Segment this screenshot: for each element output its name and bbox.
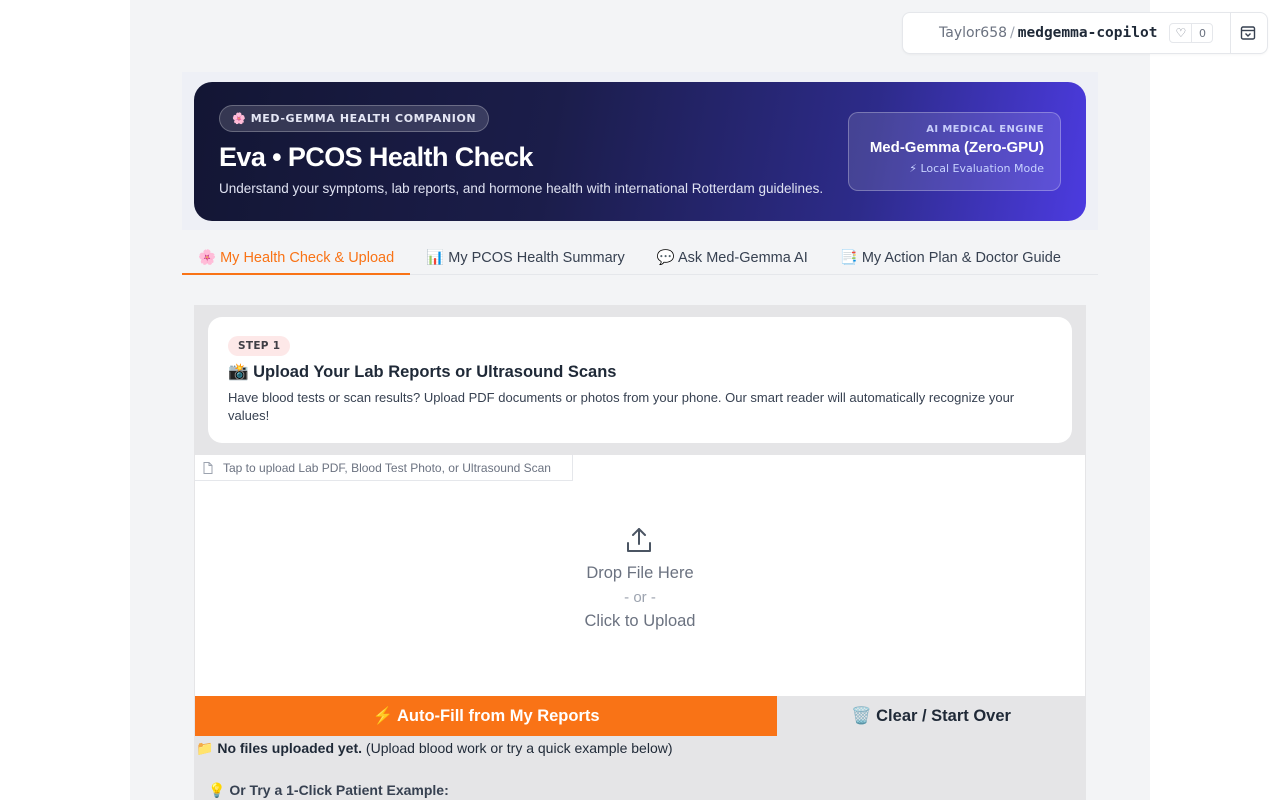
file-upload-dropzone[interactable]: Tap to upload Lab PDF, Blood Test Photo,… [195, 455, 1085, 696]
tab-action-plan[interactable]: 📑 My Action Plan & Doctor Guide [824, 244, 1077, 275]
status-bold-text: No files uploaded yet. [217, 740, 363, 756]
tab-health-summary[interactable]: 📊 My PCOS Health Summary [410, 244, 641, 275]
upload-icon [627, 528, 651, 552]
main-tabs: 🌸 My Health Check & Upload 📊 My PCOS Hea… [182, 244, 1098, 275]
tab-health-check-upload[interactable]: 🌸 My Health Check & Upload [182, 244, 411, 275]
drop-file-text: Drop File Here [586, 564, 694, 582]
upload-section: STEP 1 📸 Upload Your Lab Reports or Ultr… [194, 305, 1086, 800]
page-title: Eva • PCOS Health Check [219, 142, 533, 172]
step-badge: STEP 1 [228, 336, 291, 356]
step-description: Have blood tests or scan results? Upload… [228, 390, 1015, 423]
hero-banner: 🌸 MED-GEMMA HEALTH COMPANION Eva • PCOS … [194, 82, 1086, 221]
upload-label: Tap to upload Lab PDF, Blood Test Photo,… [195, 455, 573, 481]
heart-icon: ♡ [1170, 24, 1193, 42]
space-owner-link[interactable]: Taylor658 [939, 25, 1007, 41]
step-card: STEP 1 📸 Upload Your Lab Reports or Ultr… [208, 317, 1072, 443]
tab-ask-ai[interactable]: 💬 Ask Med-Gemma AI [641, 244, 824, 275]
or-separator: - or - [624, 589, 656, 606]
status-detail-text: (Upload blood work or try a quick exampl… [362, 740, 673, 756]
file-icon [203, 461, 213, 474]
badge-divider [1230, 13, 1231, 53]
like-button[interactable]: ♡ 0 [1169, 23, 1214, 43]
clear-button[interactable]: 🗑️ Clear / Start Over [777, 696, 1085, 736]
autofill-button[interactable]: ⚡ Auto-Fill from My Reports [195, 696, 777, 736]
engine-mode: ⚡ Local Evaluation Mode [909, 162, 1044, 175]
space-header-badge: Taylor658 / medgemma-copilot ♡ 0 [902, 12, 1268, 54]
engine-name: Med-Gemma (Zero-GPU) [869, 139, 1044, 156]
space-repo-link[interactable]: medgemma-copilot [1018, 25, 1158, 41]
page-subtitle: Understand your symptoms, lab reports, a… [219, 181, 824, 196]
hero-tag: 🌸 MED-GEMMA HEALTH COMPANION [219, 105, 490, 132]
action-button-row: ⚡ Auto-Fill from My Reports 🗑️ Clear / S… [195, 696, 1085, 736]
folder-icon: 📁 [196, 740, 214, 756]
upload-status: 📁 No files uploaded yet. (Upload blood w… [196, 740, 673, 757]
click-to-upload-text[interactable]: Click to Upload [195, 612, 1085, 631]
step-title: 📸 Upload Your Lab Reports or Ultrasound … [228, 363, 617, 381]
path-separator: / [1010, 25, 1015, 41]
like-count: 0 [1198, 26, 1206, 40]
engine-info-card: AI MEDICAL ENGINE Med-Gemma (Zero-GPU) ⚡… [848, 112, 1061, 191]
upload-label-text: Tap to upload Lab PDF, Blood Test Photo,… [223, 460, 551, 475]
collapse-header-icon[interactable] [1240, 25, 1256, 41]
examples-heading: 💡 Or Try a 1-Click Patient Example: [208, 782, 449, 798]
engine-label: AI MEDICAL ENGINE [926, 124, 1044, 135]
